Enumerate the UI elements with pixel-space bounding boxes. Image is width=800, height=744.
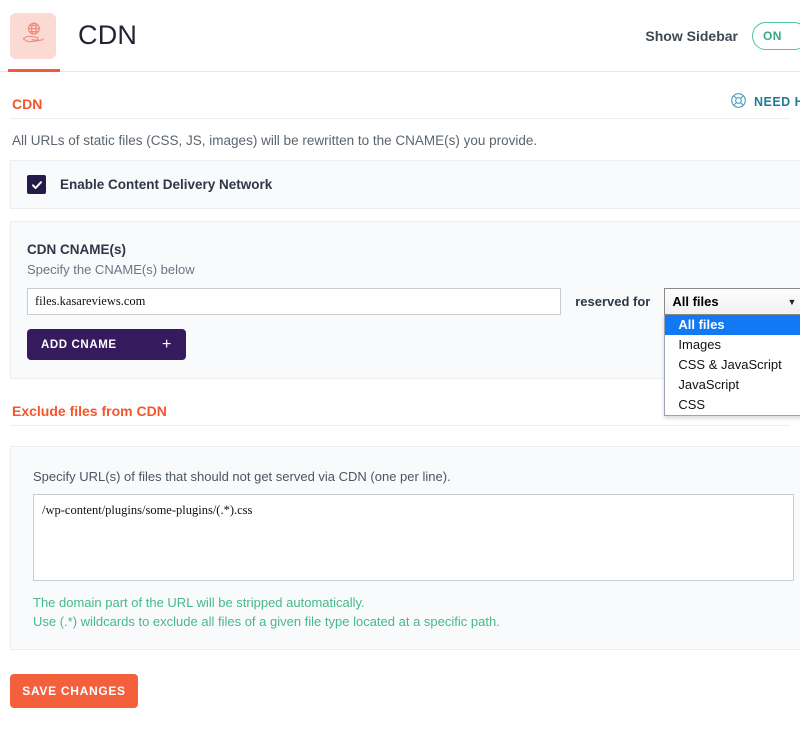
cdn-section-title: CDN (12, 96, 43, 112)
cname-field-sublabel: Specify the CNAME(s) below (27, 262, 195, 277)
exclude-files-panel: Specify URL(s) of files that should not … (10, 446, 800, 650)
exclude-note: The domain part of the URL will be strip… (33, 593, 800, 631)
save-changes-button[interactable]: SAVE CHANGES (10, 674, 138, 708)
cname-field-label: CDN CNAME(s) (27, 242, 126, 257)
cname-input-row: reserved for All files ▼ All files Image… (27, 288, 800, 416)
select-option-css-and-javascript[interactable]: CSS & JavaScript (665, 355, 800, 375)
page-header: CDN Show Sidebar ON (0, 0, 800, 72)
reserved-for-select[interactable]: All files ▼ (664, 288, 800, 315)
select-option-css[interactable]: CSS (665, 395, 800, 415)
cdn-section-description: All URLs of static files (CSS, JS, image… (12, 133, 538, 148)
header-right-controls: Show Sidebar ON (645, 21, 800, 50)
toggle-state-label: ON (763, 28, 782, 43)
exclude-note-line-1: The domain part of the URL will be strip… (33, 595, 365, 610)
cdn-cname-panel: CDN CNAME(s) Specify the CNAME(s) below … (10, 221, 800, 416)
globe-in-hand-icon (19, 19, 47, 52)
cname-input[interactable] (27, 288, 562, 315)
check-icon (31, 179, 43, 191)
select-option-javascript[interactable]: JavaScript (665, 375, 800, 395)
reserved-for-selected-value: All files (672, 294, 719, 309)
need-help-link-cdn[interactable]: NEED HELP (730, 92, 800, 112)
reserved-for-options-list[interactable]: All files Images CSS & JavaScript JavaSc… (664, 315, 800, 416)
page-title: CDN (78, 20, 138, 50)
reserved-for-select-wrapper: All files ▼ All files Images CSS & JavaS… (664, 288, 800, 416)
active-tab-underline (8, 69, 60, 72)
reserved-for-label: reserved for (575, 294, 651, 309)
enable-cdn-label: Enable Content Delivery Network (60, 177, 273, 192)
enable-cdn-checkbox[interactable] (27, 175, 46, 194)
select-option-all-files[interactable]: All files (665, 315, 800, 335)
exclude-section-title: Exclude files from CDN (12, 403, 167, 419)
exclude-section: Exclude files from CDN NEED HELP Specify… (0, 399, 800, 650)
exclude-note-line-2: Use (.*) wildcards to exclude all files … (33, 614, 500, 629)
need-help-label: NEED HELP (753, 95, 800, 109)
add-cname-label: ADD CNAME (41, 338, 117, 351)
show-sidebar-toggle[interactable]: ON (752, 21, 800, 50)
add-cname-button[interactable]: ADD CNAME + (27, 329, 186, 360)
lifebuoy-icon (730, 92, 747, 112)
select-option-images[interactable]: Images (665, 335, 800, 355)
enable-cdn-panel: Enable Content Delivery Network (10, 160, 800, 209)
cdn-logo-box (10, 12, 56, 59)
exclude-description: Specify URL(s) of files that should not … (33, 469, 451, 484)
cdn-section: CDN NEED HELP All URLs of static files (… (0, 92, 800, 416)
exclude-urls-textarea[interactable] (33, 494, 794, 581)
cdn-section-header: CDN NEED HELP (10, 92, 800, 119)
show-sidebar-label: Show Sidebar (645, 27, 738, 44)
plus-icon: + (162, 335, 172, 353)
chevron-down-icon: ▼ (787, 296, 797, 307)
